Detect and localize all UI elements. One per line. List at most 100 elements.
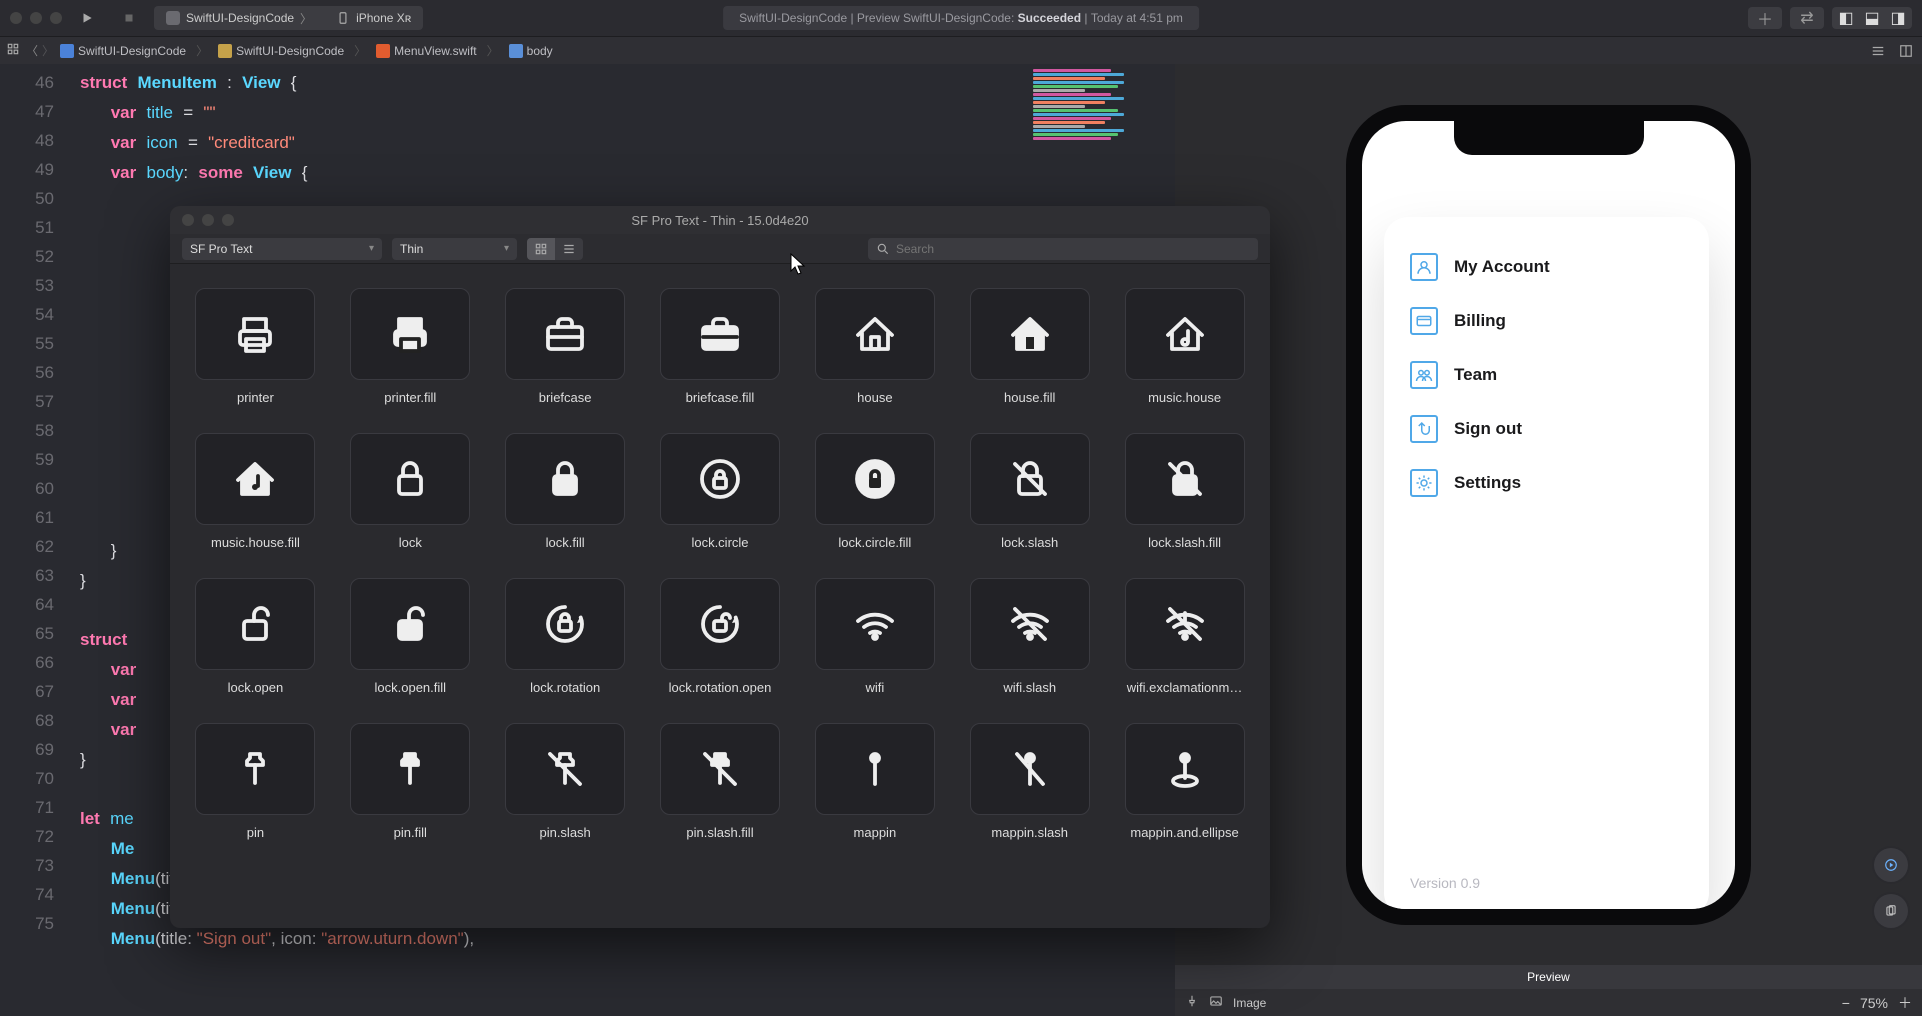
jump-bar[interactable]: 〈 〉 SwiftUI-DesignCode 〉 SwiftUI-DesignC…: [0, 36, 1922, 64]
zoom-in-button[interactable]: ＋: [1898, 993, 1912, 1013]
weight-select[interactable]: Thin: [392, 238, 517, 260]
menu-item[interactable]: Team: [1410, 361, 1683, 389]
symbol-item[interactable]: wifi.slash: [964, 578, 1095, 695]
symbol-item[interactable]: lock.slash: [964, 433, 1095, 550]
left-pane-icon[interactable]: ◧: [1834, 9, 1858, 27]
symbol-name: mappin: [854, 825, 897, 840]
symbol-item[interactable]: pin.slash: [500, 723, 631, 840]
symbol-name: briefcase: [539, 390, 592, 405]
symbol-housefill-icon: [970, 288, 1090, 380]
menu-item[interactable]: Settings: [1410, 469, 1683, 497]
symbol-item[interactable]: lock.slash.fill: [1119, 433, 1250, 550]
related-items-icon[interactable]: [6, 42, 20, 59]
zoom-icon[interactable]: [50, 12, 62, 24]
symbol-item[interactable]: mappin: [809, 723, 940, 840]
preview-canvas[interactable]: My Account Billing Team Sign out Setting…: [1175, 64, 1922, 965]
close-icon[interactable]: [10, 12, 22, 24]
symbol-name: lock.rotation: [530, 680, 600, 695]
bottom-pane-icon[interactable]: ⬓: [1860, 9, 1884, 27]
authors-icon[interactable]: [1868, 41, 1888, 61]
symbol-item[interactable]: lock.circle.fill: [809, 433, 940, 550]
assistant-icon[interactable]: [1896, 41, 1916, 61]
symbol-name: lock.fill: [546, 535, 585, 550]
symbol-item[interactable]: lock.fill: [500, 433, 631, 550]
add-button[interactable]: ＋: [1748, 7, 1782, 29]
titlebar: SwiftUI-DesignCode 〉 iPhone Xʀ SwiftUI-D…: [0, 0, 1922, 36]
card-icon: [1410, 307, 1438, 335]
symbol-name: house: [857, 390, 892, 405]
stop-button[interactable]: [112, 6, 146, 30]
symbol-item[interactable]: wifi: [809, 578, 940, 695]
pane-toggles[interactable]: ◧ ⬓ ◨: [1832, 7, 1912, 29]
view-mode-toggle[interactable]: [527, 238, 583, 260]
right-pane-icon[interactable]: ◨: [1886, 9, 1910, 27]
symbol-name: lock.circle: [691, 535, 748, 550]
scheme-target: SwiftUI-DesignCode: [186, 11, 294, 25]
symbol-mappinellipse-icon: [1125, 723, 1245, 815]
symbol-item[interactable]: mappin.slash: [964, 723, 1095, 840]
run-button[interactable]: [70, 6, 104, 30]
crumb-project[interactable]: SwiftUI-DesignCode: [60, 44, 186, 58]
crumb-symbol[interactable]: body: [509, 44, 553, 58]
symbol-item[interactable]: lock.rotation.open: [655, 578, 786, 695]
font-select[interactable]: SF Pro Text: [182, 238, 382, 260]
symbol-item[interactable]: house.fill: [964, 288, 1095, 405]
preview-tab[interactable]: Preview: [1175, 965, 1922, 989]
symbol-item[interactable]: printer.fill: [345, 288, 476, 405]
symbol-name: pin: [247, 825, 264, 840]
scheme-device: iPhone Xʀ: [356, 11, 411, 25]
mouse-cursor-icon: [790, 253, 808, 280]
menu-item[interactable]: Sign out: [1410, 415, 1683, 443]
symbol-name: mappin.slash: [991, 825, 1068, 840]
symbol-name: printer: [237, 390, 274, 405]
preview-panel: My Account Billing Team Sign out Setting…: [1175, 64, 1922, 1016]
symbol-item[interactable]: briefcase.fill: [655, 288, 786, 405]
menu-item[interactable]: Billing: [1410, 307, 1683, 335]
symbol-item[interactable]: lock.open: [190, 578, 321, 695]
duplicate-preview-button[interactable]: [1874, 894, 1908, 928]
forward-button[interactable]: 〉: [42, 42, 54, 59]
symbol-name: lock.open: [228, 680, 284, 695]
search-field[interactable]: [868, 238, 1258, 260]
symbol-item[interactable]: printer: [190, 288, 321, 405]
pin-icon[interactable]: [1185, 994, 1199, 1011]
symbol-item[interactable]: lock.open.fill: [345, 578, 476, 695]
symbol-item[interactable]: pin.slash.fill: [655, 723, 786, 840]
symbol-name: wifi.slash: [1003, 680, 1056, 695]
minimize-icon[interactable]: [30, 12, 42, 24]
symbol-item[interactable]: briefcase: [500, 288, 631, 405]
sf-symbols-window[interactable]: SF Pro Text - Thin - 15.0d4e20 SF Pro Te…: [170, 206, 1270, 928]
symbol-item[interactable]: lock: [345, 433, 476, 550]
version-label: Version 0.9: [1410, 875, 1480, 891]
symbol-name: lock: [399, 535, 422, 550]
diff-button[interactable]: ⇄: [1790, 7, 1824, 29]
list-view-icon[interactable]: [555, 238, 583, 260]
minimap[interactable]: [1027, 68, 1157, 158]
symbol-lockcircle-icon: [660, 433, 780, 525]
symbol-item[interactable]: lock.circle: [655, 433, 786, 550]
symbol-item[interactable]: music.house: [1119, 288, 1250, 405]
symbol-item[interactable]: lock.rotation: [500, 578, 631, 695]
menu-item[interactable]: My Account: [1410, 253, 1683, 281]
menu-item-label: Sign out: [1454, 419, 1522, 439]
symbol-item[interactable]: pin.fill: [345, 723, 476, 840]
live-preview-button[interactable]: [1874, 848, 1908, 882]
scheme-selector[interactable]: SwiftUI-DesignCode 〉 iPhone Xʀ: [154, 6, 423, 30]
grid-view-icon[interactable]: [527, 238, 555, 260]
zoom-out-button[interactable]: −: [1842, 995, 1850, 1011]
window-traffic-lights[interactable]: [10, 12, 62, 24]
symbol-lockfill-icon: [505, 433, 625, 525]
back-button[interactable]: 〈: [26, 42, 38, 59]
sf-symbols-titlebar[interactable]: SF Pro Text - Thin - 15.0d4e20: [170, 206, 1270, 234]
symbol-item[interactable]: music.house.fill: [190, 433, 321, 550]
symbol-item[interactable]: house: [809, 288, 940, 405]
symbol-item[interactable]: wifi.exclamationm…: [1119, 578, 1250, 695]
symbol-wifiexcl-icon: [1125, 578, 1245, 670]
person-icon: [1410, 253, 1438, 281]
symbol-item[interactable]: mappin.and.ellipse: [1119, 723, 1250, 840]
search-input[interactable]: [896, 242, 1250, 256]
crumb-folder[interactable]: SwiftUI-DesignCode: [218, 44, 344, 58]
symbol-printerfill-icon: [350, 288, 470, 380]
crumb-file[interactable]: MenuView.swift: [376, 44, 476, 58]
symbol-item[interactable]: pin: [190, 723, 321, 840]
